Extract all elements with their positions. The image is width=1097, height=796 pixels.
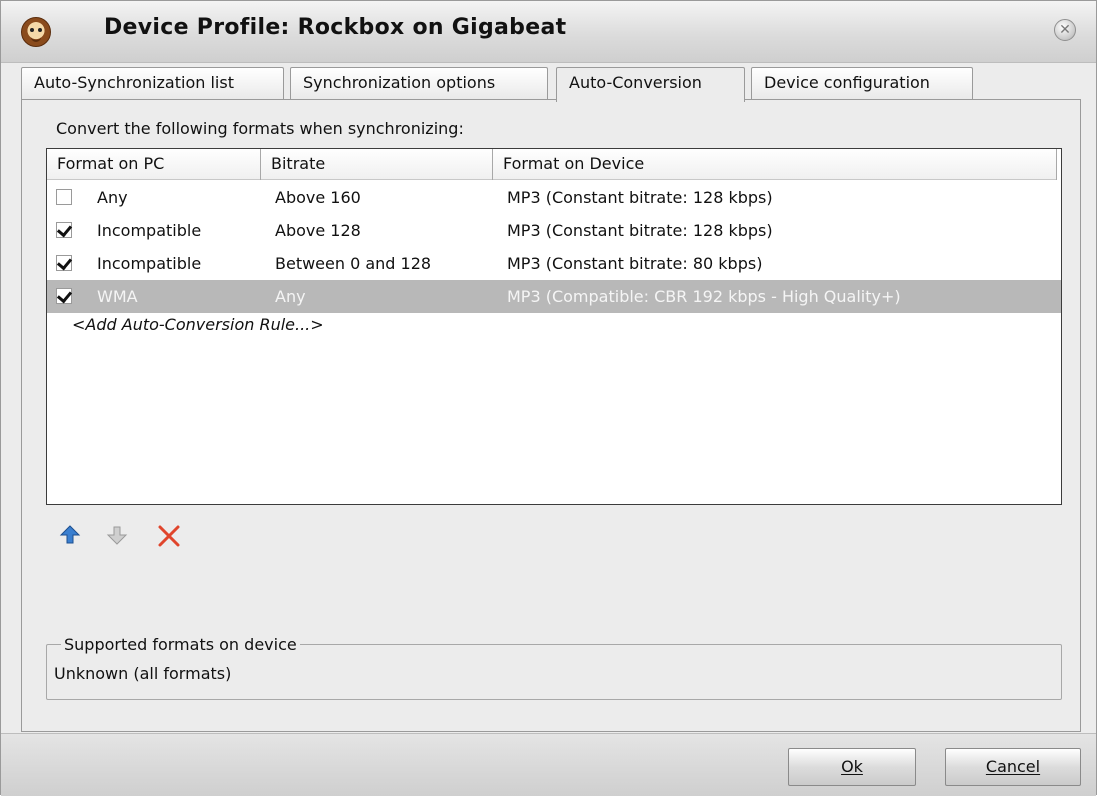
column-header-format-on-pc[interactable]: Format on PC (47, 149, 261, 180)
title-bar[interactable]: Device Profile: Rockbox on Gigabeat ✕ (1, 1, 1096, 63)
tab-auto-conversion[interactable]: Auto-Conversion (556, 67, 745, 102)
tab-auto-synchronization-list[interactable]: Auto-Synchronization list (21, 67, 284, 100)
ok-button[interactable]: Ok (788, 748, 916, 786)
list-row-selected[interactable]: WMA Any MP3 (Compatible: CBR 192 kbps - … (47, 280, 1061, 313)
tab-synchronization-options[interactable]: Synchronization options (290, 67, 548, 100)
cancel-button[interactable]: Cancel (945, 748, 1081, 786)
row-bitrate: Above 160 (275, 188, 361, 207)
row-checkbox[interactable] (56, 288, 72, 304)
list-row[interactable]: Any Above 160 MP3 (Constant bitrate: 128… (47, 181, 1061, 214)
arrow-down-icon[interactable] (105, 523, 129, 547)
row-checkbox[interactable] (56, 222, 72, 238)
row-bitrate: Any (275, 287, 306, 306)
row-device-format: MP3 (Compatible: CBR 192 kbps - High Qua… (507, 287, 901, 306)
column-header-format-on-device[interactable]: Format on Device (493, 149, 1057, 180)
conversion-rules-list[interactable]: Format on PC Bitrate Format on Device An… (46, 148, 1062, 505)
row-bitrate: Above 128 (275, 221, 361, 240)
row-bitrate: Between 0 and 128 (275, 254, 432, 273)
row-device-format: MP3 (Constant bitrate: 128 kbps) (507, 188, 773, 207)
column-header-bitrate[interactable]: Bitrate (261, 149, 493, 180)
tab-device-configuration[interactable]: Device configuration (751, 67, 973, 100)
close-icon: ✕ (1059, 22, 1071, 38)
row-format: Incompatible (97, 254, 202, 273)
button-bar (1, 733, 1096, 796)
row-checkbox[interactable] (56, 189, 72, 205)
row-format: Incompatible (97, 221, 202, 240)
row-checkbox[interactable] (56, 255, 72, 271)
close-button[interactable]: ✕ (1054, 19, 1076, 41)
list-header: Format on PC Bitrate Format on Device (47, 149, 1057, 180)
app-monkey-icon (21, 17, 51, 47)
row-device-format: MP3 (Constant bitrate: 80 kbps) (507, 254, 763, 273)
list-row[interactable]: Incompatible Between 0 and 128 MP3 (Cons… (47, 247, 1061, 280)
window-title: Device Profile: Rockbox on Gigabeat (104, 15, 567, 40)
row-device-format: MP3 (Constant bitrate: 128 kbps) (507, 221, 773, 240)
add-conversion-rule-link[interactable]: <Add Auto-Conversion Rule...> (72, 315, 324, 334)
delete-x-icon[interactable] (156, 523, 180, 547)
dialog-window: Device Profile: Rockbox on Gigabeat ✕ Au… (0, 0, 1097, 796)
conversion-prompt: Convert the following formats when synch… (56, 119, 464, 138)
row-format: WMA (97, 287, 138, 306)
arrow-up-icon[interactable] (58, 523, 82, 547)
supported-formats-label: Supported formats on device (61, 635, 300, 654)
row-format: Any (97, 188, 128, 207)
list-row[interactable]: Incompatible Above 128 MP3 (Constant bit… (47, 214, 1061, 247)
supported-formats-value: Unknown (all formats) (54, 664, 232, 683)
